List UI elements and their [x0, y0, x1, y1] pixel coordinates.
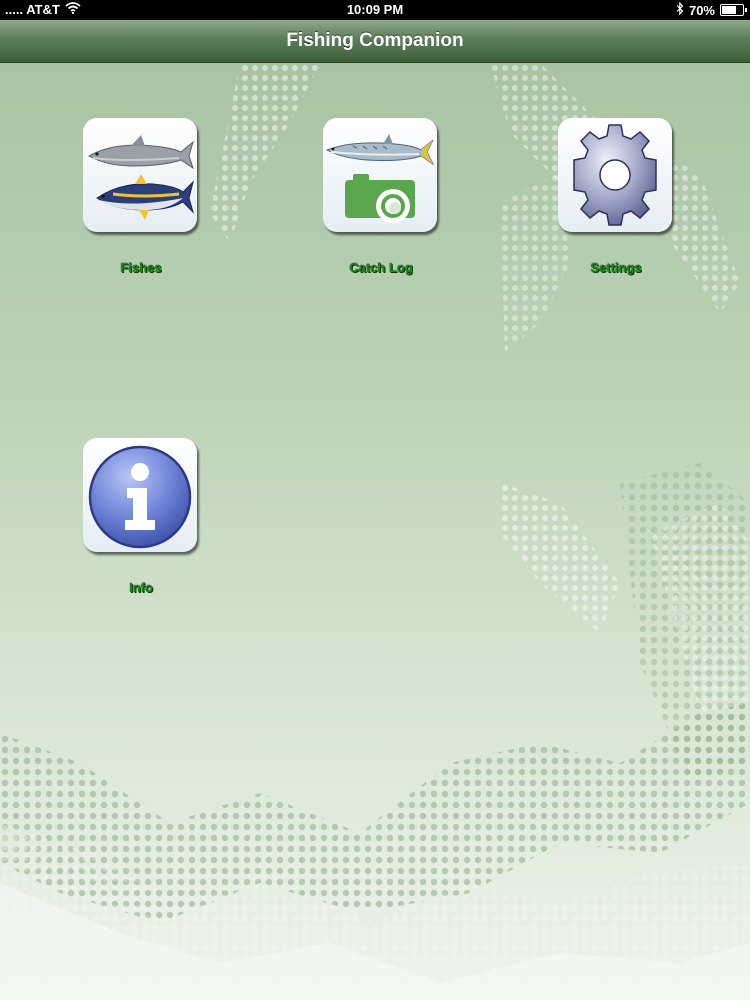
- status-bar: ..... AT&T 10:09 PM 70%: [0, 0, 750, 20]
- info-icon: [88, 445, 192, 549]
- fishes-button[interactable]: [83, 118, 197, 232]
- catch-log-label: Catch Log: [349, 260, 413, 275]
- bluetooth-icon: [676, 1, 684, 18]
- gear-icon: [573, 124, 657, 226]
- catch-log-button[interactable]: [323, 118, 437, 232]
- launcher-info[interactable]: Info: [83, 438, 199, 595]
- launcher-catch-log[interactable]: Catch Log: [323, 118, 439, 275]
- fish-species-icon: [87, 135, 195, 220]
- status-right: 70%: [676, 1, 747, 18]
- page-title: Fishing Companion: [286, 30, 464, 51]
- info-button[interactable]: [83, 438, 197, 552]
- clock: 10:09 PM: [346, 2, 404, 17]
- settings-button[interactable]: [558, 118, 672, 232]
- launcher-fishes[interactable]: Fishes: [83, 118, 199, 275]
- fishes-label: Fishes: [120, 260, 162, 275]
- catch-log-camera-icon: [325, 134, 435, 223]
- settings-label: Settings: [590, 260, 642, 275]
- navigation-bar: Fishing Companion: [0, 20, 750, 63]
- info-label: Info: [129, 580, 153, 595]
- battery-percent: 70%: [688, 2, 715, 18]
- battery-fill: [722, 6, 736, 14]
- launcher-settings[interactable]: Settings: [558, 118, 674, 275]
- battery-icon: [720, 4, 747, 16]
